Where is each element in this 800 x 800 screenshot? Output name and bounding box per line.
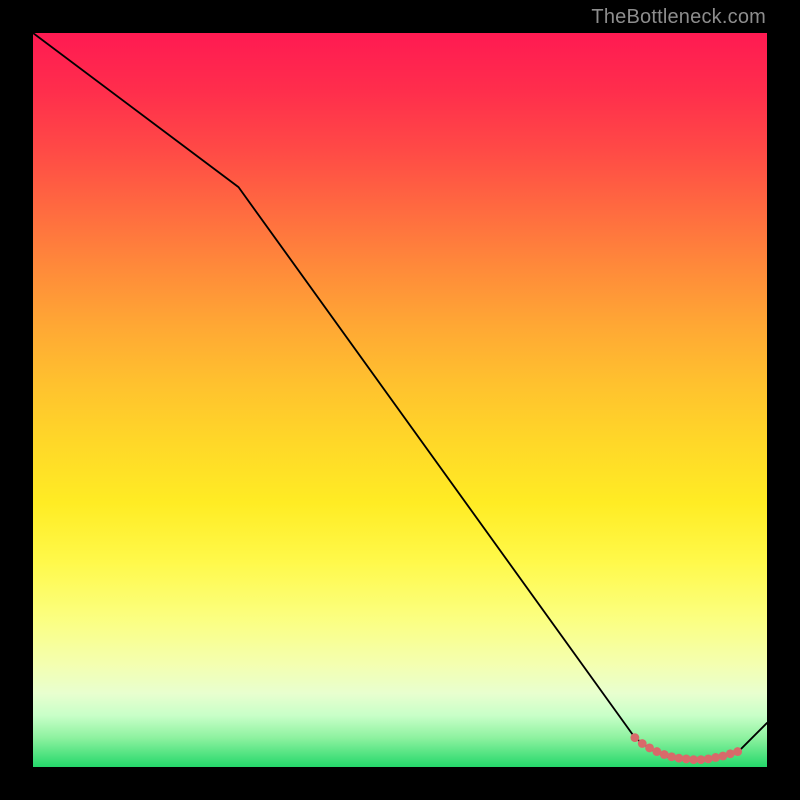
marker-group <box>630 733 742 764</box>
marker-dot <box>733 747 742 756</box>
chart-svg <box>33 33 767 767</box>
curve-series <box>33 33 767 760</box>
marker-dot <box>667 752 676 761</box>
watermark-text: TheBottleneck.com <box>591 6 766 29</box>
marker-dot <box>638 739 647 748</box>
plot-area <box>33 33 767 767</box>
marker-dot <box>704 755 713 764</box>
marker-dot <box>711 753 720 762</box>
marker-dot <box>630 733 639 742</box>
curve-polyline <box>33 33 767 760</box>
chart-frame: TheBottleneck.com <box>0 0 800 800</box>
